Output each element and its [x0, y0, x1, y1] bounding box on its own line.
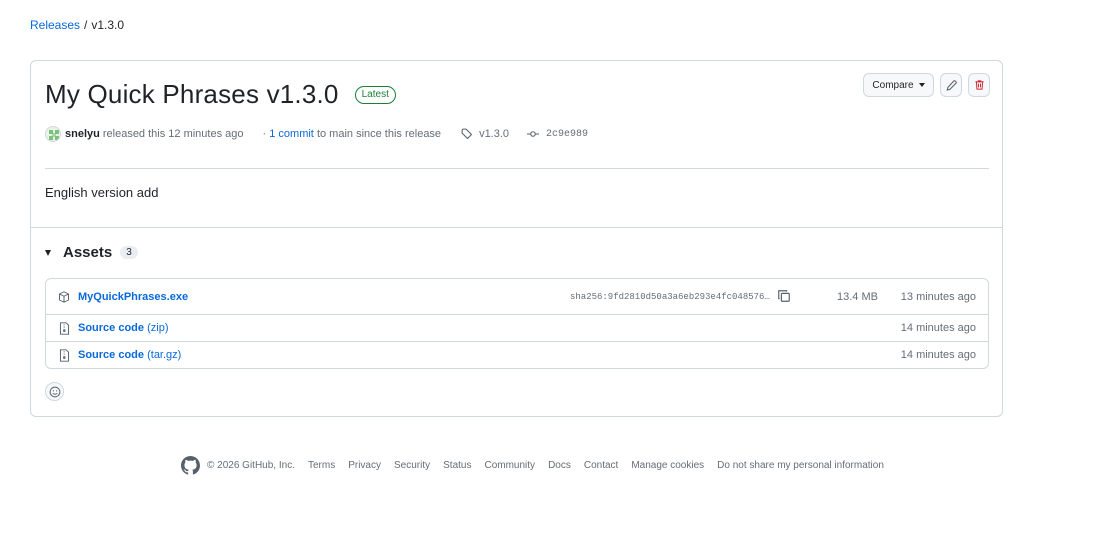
chevron-down-icon — [918, 83, 925, 87]
author-link[interactable]: snelyu — [65, 128, 100, 140]
assets-section: Assets 3 MyQuickPhrases.exe sha256:9fd28… — [31, 227, 1002, 369]
tag-label: v1.3.0 — [479, 128, 510, 140]
compare-button-label: Compare — [872, 79, 914, 91]
release-meta: snelyu released this 12 minutes ago · 1 … — [45, 126, 588, 142]
asset-format: (tar.gz) — [147, 349, 182, 361]
release-card: My Quick Phrases v1.3.0 Latest Compare s… — [30, 60, 1003, 417]
breadcrumb-releases-link[interactable]: Releases — [30, 18, 80, 32]
asset-size: 13.4 MB — [837, 290, 878, 303]
package-icon — [58, 290, 70, 303]
asset-row: MyQuickPhrases.exe sha256:9fd2810d50a3a6… — [46, 279, 988, 314]
footer-link-do-not-share[interactable]: Do not share my personal information — [717, 460, 884, 471]
asset-download-link[interactable]: MyQuickPhrases.exe — [78, 291, 188, 303]
pencil-icon — [946, 79, 957, 91]
assets-count: 3 — [120, 246, 138, 259]
copy-icon[interactable] — [777, 289, 791, 303]
breadcrumb: Releases / v1.3.0 — [30, 18, 124, 32]
smiley-icon — [49, 386, 60, 397]
release-title-row: My Quick Phrases v1.3.0 Latest — [45, 79, 396, 110]
footer: © 2026 GitHub, Inc. Terms Privacy Securi… — [181, 456, 897, 475]
edit-button[interactable] — [940, 73, 962, 97]
add-reaction-button[interactable] — [45, 382, 64, 401]
footer-link-terms[interactable]: Terms — [308, 460, 335, 471]
asset-row: Source code (tar.gz) 14 minutes ago — [46, 341, 988, 368]
release-notes: English version add — [45, 185, 159, 200]
file-zip-icon — [58, 321, 70, 335]
footer-copyright: © 2026 GitHub, Inc. — [207, 460, 295, 471]
commit-prefix: · — [262, 128, 267, 140]
asset-time: 14 minutes ago — [900, 349, 976, 361]
footer-link-community[interactable]: Community — [484, 460, 535, 471]
assets-list: MyQuickPhrases.exe sha256:9fd2810d50a3a6… — [45, 278, 989, 369]
triangle-down-icon — [45, 249, 51, 256]
footer-link-privacy[interactable]: Privacy — [348, 460, 381, 471]
footer-link-docs[interactable]: Docs — [548, 460, 571, 471]
delete-button[interactable] — [968, 73, 990, 97]
github-logo-icon[interactable] — [181, 456, 200, 475]
released-time: released this 12 minutes ago — [102, 128, 244, 140]
avatar[interactable] — [45, 126, 61, 142]
asset-name: Source code — [78, 322, 145, 334]
breadcrumb-current: v1.3.0 — [91, 18, 125, 32]
footer-link-manage-cookies[interactable]: Manage cookies — [631, 460, 704, 471]
compare-button[interactable]: Compare — [863, 73, 934, 97]
asset-time: 14 minutes ago — [900, 322, 976, 334]
commit-hash-link[interactable]: 2c9e989 — [527, 129, 588, 140]
tag-link[interactable]: v1.3.0 — [461, 128, 509, 140]
latest-badge: Latest — [354, 85, 396, 104]
commit-suffix: to main since this release — [316, 128, 442, 140]
footer-link-contact[interactable]: Contact — [584, 460, 618, 471]
file-zip-icon — [58, 348, 70, 362]
tag-icon — [461, 128, 473, 140]
trash-icon — [974, 80, 984, 90]
asset-row: Source code (zip) 14 minutes ago — [46, 314, 988, 341]
divider — [45, 168, 989, 169]
release-title[interactable]: My Quick Phrases v1.3.0 — [45, 79, 339, 110]
source-code-targz-link[interactable]: Source code (tar.gz) — [78, 349, 181, 361]
breadcrumb-separator: / — [84, 18, 88, 32]
asset-time: 13 minutes ago — [900, 290, 976, 303]
footer-link-security[interactable]: Security — [394, 460, 430, 471]
commit-count-link[interactable]: 1 commit — [269, 128, 314, 140]
footer-link-status[interactable]: Status — [443, 460, 471, 471]
assets-title: Assets — [63, 244, 113, 261]
commit-hash: 2c9e989 — [546, 128, 589, 140]
asset-name: Source code — [78, 349, 145, 361]
source-code-zip-link[interactable]: Source code (zip) — [78, 322, 168, 334]
assets-toggle[interactable]: Assets 3 — [45, 244, 138, 261]
release-actions: Compare — [863, 73, 990, 97]
asset-sha256: sha256:9fd2810d50a3a6eb293e4fc048576… — [570, 291, 770, 302]
asset-format: (zip) — [147, 322, 169, 334]
git-commit-icon — [527, 131, 540, 137]
commits-info: · 1 commit to main since this release — [263, 128, 442, 140]
